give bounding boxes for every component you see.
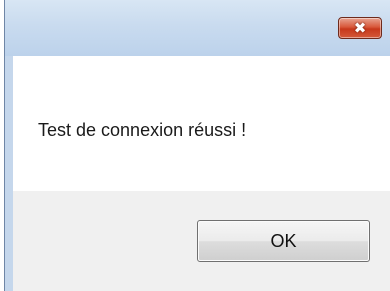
message-dialog: ✖ Test de connexion réussi ! OK [4,0,390,291]
dialog-message: Test de connexion réussi ! [38,120,247,140]
dialog-titlebar[interactable]: ✖ [5,0,390,56]
dialog-button-bar: OK [13,191,390,291]
close-button[interactable]: ✖ [338,17,382,39]
close-icon: ✖ [353,19,367,37]
dialog-content: Test de connexion réussi ! OK [13,56,390,291]
ok-button[interactable]: OK [197,220,370,262]
